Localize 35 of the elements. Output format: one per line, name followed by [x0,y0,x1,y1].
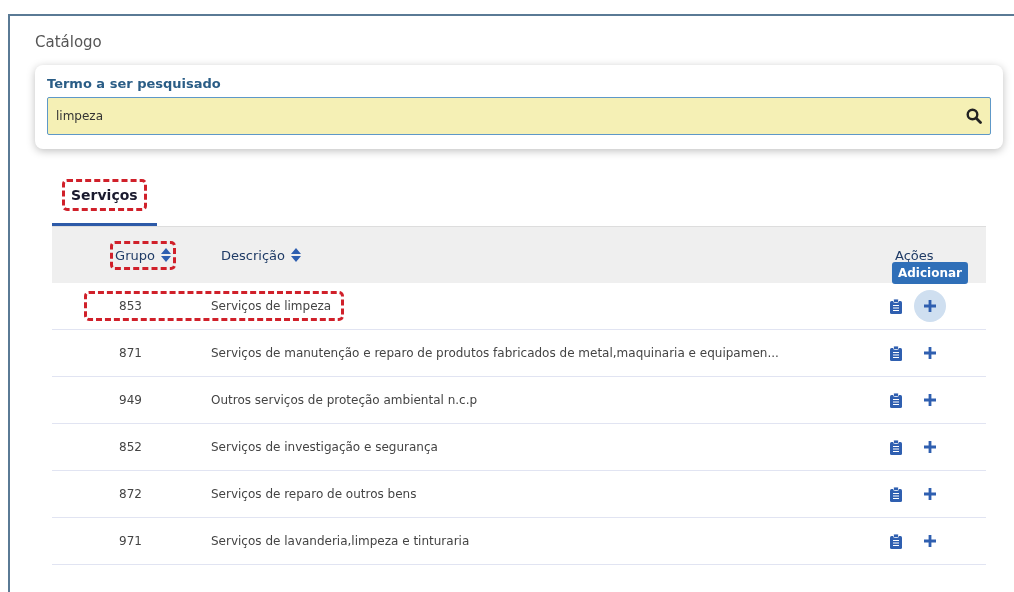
plus-icon [923,393,937,407]
clipboard-icon[interactable] [890,298,902,314]
table-cell-text: Serviços de manutenção e reparo de produtos fabricados de metal,maquinaria e equipamen... [210,346,779,360]
plus-icon [923,346,937,360]
table-cell-text: Outros serviços de proteção ambiental n.c.p [210,393,478,407]
table-cell-text: Serviços de limpeza [210,299,332,313]
table-cell-text: 872 [118,487,143,501]
search-label: Termo a ser pesquisado [47,76,221,91]
table-cell-text: Serviços de lavanderia,limpeza e tinturaria [210,534,470,548]
table-cell-text: 853 [118,299,143,313]
table-cell-text: 852 [118,440,143,454]
clipboard-icon[interactable] [890,533,902,549]
table-cell-text: 949 [118,393,143,407]
column-header: Ações [894,246,935,265]
tooltip: Adicionar [892,262,968,284]
clipboard-icon[interactable] [890,345,902,361]
plus-icon [923,487,937,501]
search-icon[interactable] [966,108,982,124]
table-cell-text: Serviços de investigação e segurança [210,440,438,454]
clipboard-icon[interactable] [890,392,902,408]
table-cell-text: 971 [118,534,143,548]
search-field[interactable]: limpeza [47,97,991,135]
sort-icon[interactable] [160,248,171,262]
column-header[interactable]: Grupo [110,240,176,270]
table-cell-text: Serviços de reparo de outros bens [210,487,417,501]
sort-icon[interactable] [290,248,301,262]
add-button[interactable] [914,290,946,322]
page-title: Catálogo [35,33,102,51]
clipboard-icon[interactable] [890,486,902,502]
plus-icon [923,534,937,548]
table-cell-text: 871 [118,346,143,360]
plus-icon [923,299,937,313]
clipboard-icon[interactable] [890,439,902,455]
plus-icon [923,440,937,454]
column-header[interactable]: Descrição [216,240,306,270]
